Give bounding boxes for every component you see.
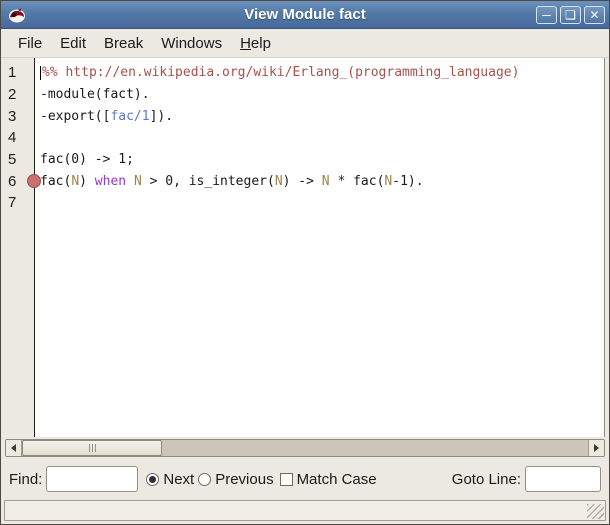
token-plain: fac( [40, 174, 71, 189]
code-line-7[interactable]: 7 [1, 192, 604, 214]
code-line-6[interactable]: 6fac(N) when N > 0, is_integer(N) -> N *… [1, 170, 604, 192]
line-number[interactable]: 3 [1, 108, 35, 125]
view-module-window: View Module fact ─ ❏ ✕ File Edit Break W… [0, 0, 610, 525]
token-plain: ]). [150, 109, 173, 124]
code-line-5[interactable]: 5 fac(0) -> 1; [1, 149, 604, 171]
thumb-grip-icon [95, 444, 96, 452]
scroll-left-icon [11, 444, 16, 452]
previous-label[interactable]: Previous [215, 471, 273, 488]
code-text: -export([fac/1]). [35, 109, 173, 124]
scroll-right-button[interactable] [588, 440, 604, 456]
hscrollbar-area [1, 437, 609, 460]
menu-windows[interactable]: Windows [152, 32, 231, 55]
token-plain: fac(0) -> 1; [40, 152, 134, 167]
line-number[interactable]: 7 [1, 194, 35, 211]
goto-line-input[interactable] [525, 466, 601, 492]
find-bar: Find: Next Previous Match Case Goto Line… [1, 460, 609, 498]
line-number[interactable]: 5 [1, 151, 35, 168]
menubar: File Edit Break Windows Help [1, 29, 609, 58]
token-variable: N [275, 174, 283, 189]
menu-edit[interactable]: Edit [51, 32, 95, 55]
code-line-3[interactable]: 3-export([fac/1]). [1, 105, 604, 127]
line-number[interactable]: 2 [1, 86, 35, 103]
token-variable: N [322, 174, 330, 189]
token-plain: -export([ [40, 109, 110, 124]
match-case-checkbox[interactable] [280, 473, 293, 486]
scroll-right-icon [594, 444, 599, 452]
scrollbar-thumb[interactable] [22, 440, 162, 456]
code-editor[interactable]: 1 %% http://en.wikipedia.org/wiki/Erlang_… [1, 58, 605, 437]
horizontal-scrollbar[interactable] [5, 439, 605, 457]
radio-dot-icon [149, 476, 156, 483]
token-keyword: when [95, 174, 126, 189]
match-case-group[interactable]: Match Case [274, 471, 377, 488]
token-plain: ) -> [283, 174, 322, 189]
code-line-4[interactable]: 4 [1, 127, 604, 149]
next-label[interactable]: Next [163, 471, 194, 488]
previous-radio-group[interactable]: Previous [198, 471, 273, 488]
maximize-button[interactable]: ❏ [560, 6, 581, 24]
close-button[interactable]: ✕ [584, 6, 605, 24]
match-case-label[interactable]: Match Case [297, 471, 377, 488]
code-text: %% http://en.wikipedia.org/wiki/Erlang_(… [35, 65, 519, 80]
token-plain [126, 174, 134, 189]
find-label: Find: [9, 471, 42, 488]
code-line-1[interactable]: 1 %% http://en.wikipedia.org/wiki/Erlang_… [1, 62, 604, 84]
scroll-left-button[interactable] [6, 440, 22, 456]
token-plain: * fac( [330, 174, 385, 189]
thumb-grip-icon [89, 444, 90, 452]
token-plain: -module(fact). [40, 87, 150, 102]
titlebar[interactable]: View Module fact ─ ❏ ✕ [1, 1, 609, 29]
token-plain: ) [79, 174, 95, 189]
code-text: -module(fact). [35, 87, 150, 102]
window-title: View Module fact [1, 6, 609, 23]
line-number[interactable]: 1 [1, 64, 35, 81]
scrollbar-trough[interactable] [22, 440, 588, 456]
erlang-app-icon [7, 5, 27, 25]
text-cursor [40, 66, 41, 80]
token-plain: -1). [392, 174, 423, 189]
minimize-button[interactable]: ─ [536, 6, 557, 24]
previous-radio[interactable] [198, 473, 211, 486]
token-export: fac/1 [110, 109, 149, 124]
statusbar [4, 500, 606, 521]
goto-line-label: Goto Line: [452, 471, 521, 488]
token-plain: > 0, is_integer( [142, 174, 275, 189]
menu-file[interactable]: File [9, 32, 51, 55]
resize-grip[interactable] [587, 504, 604, 519]
code-text: fac(N) when N > 0, is_integer(N) -> N * … [35, 174, 424, 189]
thumb-grip-icon [92, 444, 93, 452]
goto-line-group: Goto Line: [452, 466, 601, 492]
code-text: fac(0) -> 1; [35, 152, 134, 167]
menu-break[interactable]: Break [95, 32, 152, 55]
token-variable: N [134, 174, 142, 189]
code-line-2[interactable]: 2 -module(fact). [1, 84, 604, 106]
next-radio-group[interactable]: Next [146, 471, 194, 488]
token-comment: %% http://en.wikipedia.org/wiki/Erlang_(… [42, 65, 519, 80]
statusbar-area [1, 498, 609, 524]
token-variable: N [71, 174, 79, 189]
find-input[interactable] [46, 466, 138, 492]
menu-help[interactable]: Help [231, 32, 280, 55]
line-number[interactable]: 4 [1, 129, 35, 146]
next-radio[interactable] [146, 473, 159, 486]
